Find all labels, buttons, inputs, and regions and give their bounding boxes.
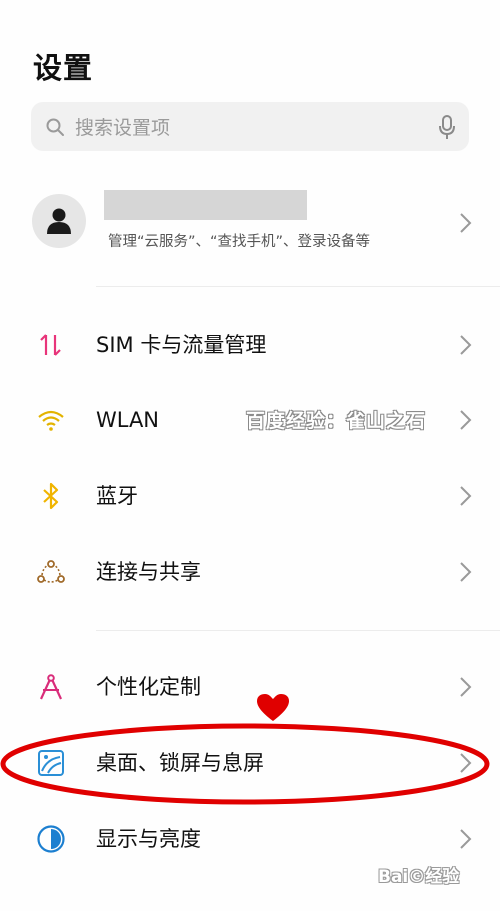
chevron-right-icon xyxy=(460,410,472,430)
settings-item-connection-sharing[interactable]: 连接与共享 xyxy=(0,534,500,610)
settings-item-sim[interactable]: SIM 卡与流量管理 xyxy=(0,307,500,383)
settings-item-desktop-lockscreen[interactable]: 桌面、锁屏与息屏 xyxy=(0,725,500,801)
divider xyxy=(96,630,500,631)
bluetooth-icon xyxy=(36,481,66,511)
search-bar[interactable]: 搜索设置项 xyxy=(31,102,469,151)
chevron-right-icon xyxy=(460,486,472,506)
settings-item-label: SIM 卡与流量管理 xyxy=(96,333,267,357)
account-name-redacted xyxy=(104,190,307,220)
settings-item-label: 显示与亮度 xyxy=(96,827,201,851)
account-description: 管理“云服务”、“查找手机”、登录设备等 xyxy=(108,234,371,250)
heart-icon xyxy=(257,694,289,721)
search-placeholder: 搜索设置项 xyxy=(75,117,171,139)
settings-item-personalization[interactable]: 个性化定制 xyxy=(0,649,500,725)
display-brightness-icon xyxy=(36,824,66,854)
baidu-jingyan-logo: Bai©经验 xyxy=(378,867,460,887)
settings-item-label: 蓝牙 xyxy=(96,484,138,508)
sim-data-icon xyxy=(36,330,66,360)
person-icon xyxy=(32,194,86,248)
chevron-right-icon xyxy=(460,562,472,582)
search-icon xyxy=(35,102,75,151)
settings-item-bluetooth[interactable]: 蓝牙 xyxy=(0,458,500,534)
chevron-right-icon xyxy=(460,829,472,849)
settings-item-label: 个性化定制 xyxy=(96,675,201,699)
settings-item-label: WLAN xyxy=(96,408,160,432)
chevron-right-icon xyxy=(460,677,472,697)
settings-item-label: 连接与共享 xyxy=(96,560,201,584)
page-title: 设置 xyxy=(33,51,94,85)
compass-personalize-icon xyxy=(36,672,66,702)
divider xyxy=(96,286,500,287)
settings-item-label: 桌面、锁屏与息屏 xyxy=(96,751,264,775)
share-connect-icon xyxy=(36,557,66,587)
wifi-icon xyxy=(36,405,66,435)
chevron-right-icon xyxy=(460,213,472,233)
chevron-right-icon xyxy=(460,753,472,773)
chevron-right-icon xyxy=(460,335,472,355)
wallpaper-icon xyxy=(36,748,66,778)
watermark: 百度经验：雀山之石 xyxy=(246,410,427,432)
account-row[interactable]: 管理“云服务”、“查找手机”、登录设备等 xyxy=(0,180,500,270)
microphone-icon[interactable] xyxy=(425,102,469,151)
